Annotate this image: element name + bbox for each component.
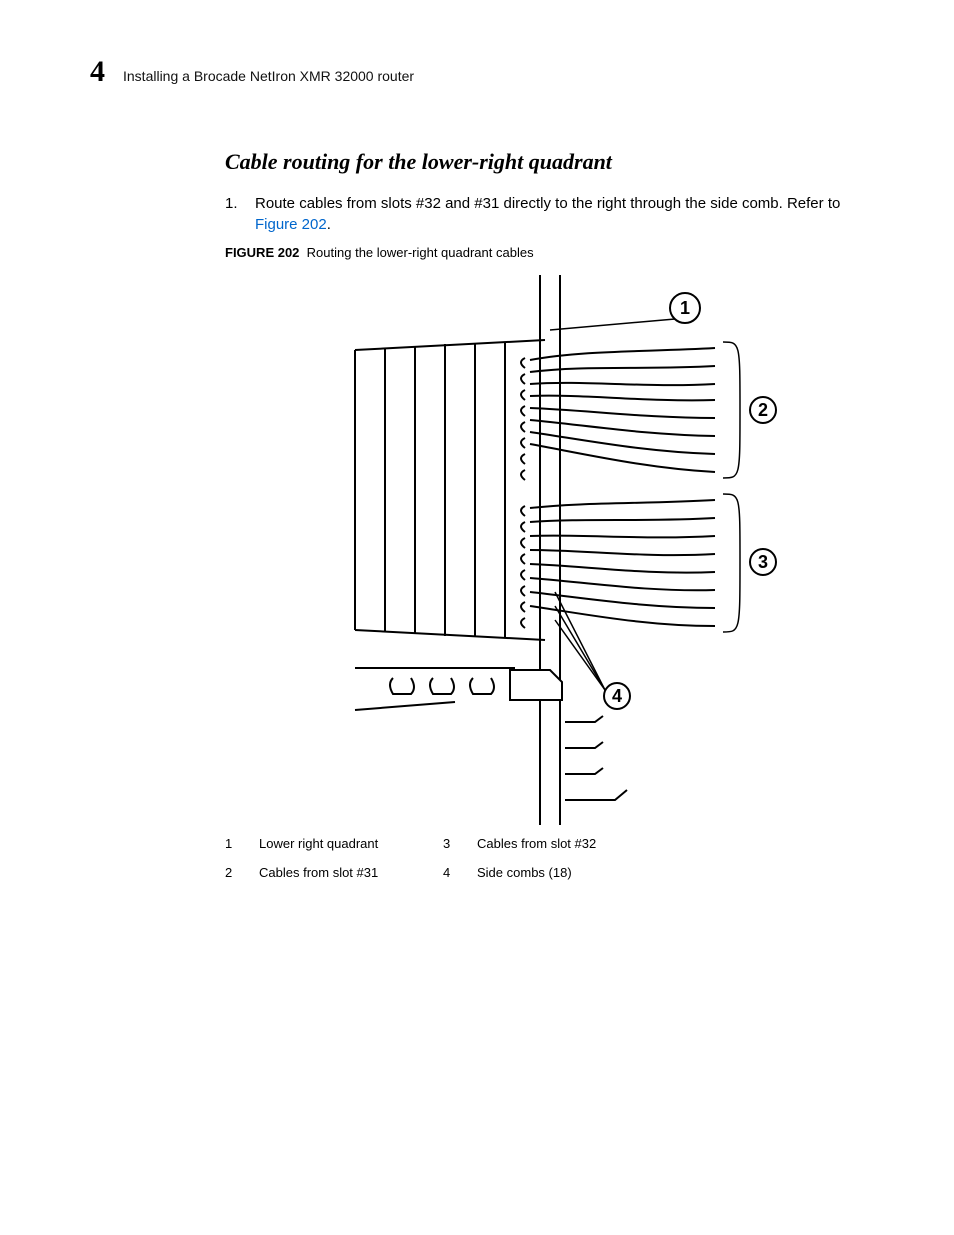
legend-num-3: 3 [443,836,461,851]
legend-text-2: Cables from slot #31 [259,865,427,880]
figure-caption-text: Routing the lower-right quadrant cables [307,245,534,260]
legend-num-1: 1 [225,836,243,851]
step-text: Route cables from slots #32 and #31 dire… [255,193,864,235]
figure-legend: 1 Lower right quadrant 3 Cables from slo… [225,836,645,880]
step-1: 1. Route cables from slots #32 and #31 d… [225,193,864,235]
figure-label: FIGURE 202 [225,245,299,260]
figure-caption: FIGURE 202 Routing the lower-right quadr… [225,245,864,260]
section-heading: Cable routing for the lower-right quadra… [225,149,864,175]
chapter-number: 4 [90,55,105,89]
cable-routing-diagram-icon: 1 2 3 4 [285,270,805,830]
figure-crossref-link[interactable]: Figure 202 [255,216,327,233]
legend-text-3: Cables from slot #32 [477,836,645,851]
legend-num-2: 2 [225,865,243,880]
callout-1: 1 [679,298,689,318]
callout-4: 4 [611,686,621,706]
step-number: 1. [225,193,243,235]
figure-image: 1 2 3 4 [225,270,864,830]
running-title: Installing a Brocade NetIron XMR 32000 r… [123,68,414,84]
callout-2: 2 [757,400,767,420]
legend-text-1: Lower right quadrant [259,836,427,851]
legend-text-4: Side combs (18) [477,865,645,880]
callout-3: 3 [757,552,767,572]
legend-num-4: 4 [443,865,461,880]
page-header: 4 Installing a Brocade NetIron XMR 32000… [90,55,864,89]
